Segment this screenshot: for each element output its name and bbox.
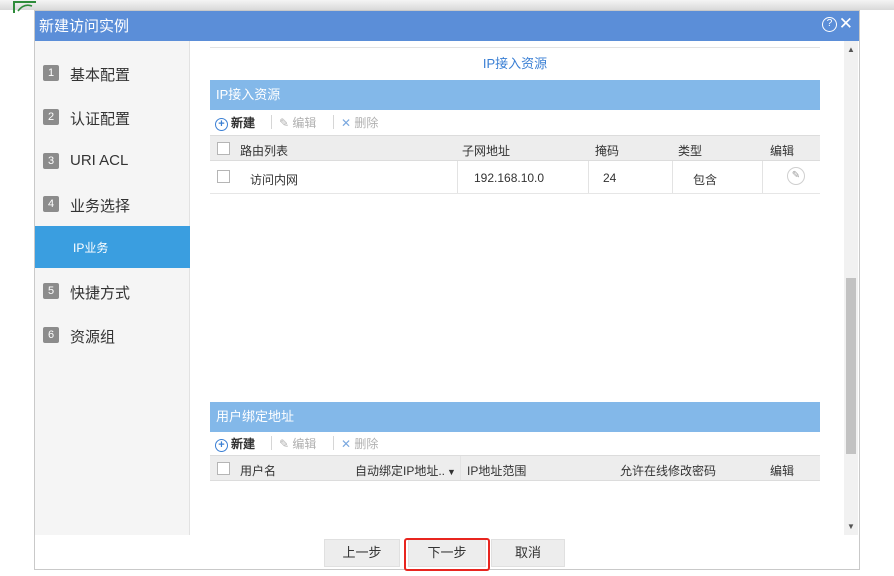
- subnet-cell: 192.168.10.0: [474, 171, 545, 185]
- column-divider: [460, 456, 461, 480]
- step-uri-acl[interactable]: 3 URI ACL: [35, 141, 190, 181]
- step-number: 2: [43, 109, 59, 125]
- step-label: 资源组: [70, 329, 116, 346]
- top-strip: [0, 0, 894, 10]
- column-header: 用户名: [240, 464, 277, 478]
- edit-button[interactable]: ✎ 编辑: [279, 114, 316, 131]
- pencil-icon: ✎: [279, 116, 290, 130]
- toolbar-divider: [333, 436, 334, 450]
- route-cell: 访问内网: [250, 173, 299, 187]
- add-circle-icon: +: [215, 439, 228, 452]
- delete-label: 删除: [354, 437, 379, 451]
- step-resource-group[interactable]: 6 资源组: [35, 315, 190, 355]
- column-header: 编辑: [770, 464, 795, 478]
- column-divider: [588, 161, 589, 193]
- column-header: 自动绑定IP地址..: [355, 464, 446, 478]
- step-shortcut[interactable]: 5 快捷方式: [35, 271, 190, 311]
- prev-step-button[interactable]: 上一步: [324, 539, 400, 567]
- help-circle-icon[interactable]: ?: [822, 17, 837, 32]
- ip-section-header: IP接入资源: [210, 80, 820, 110]
- ip-toolbar: + 新建 ✎ 编辑 ✕ 删除: [215, 112, 515, 132]
- select-all-checkbox[interactable]: [217, 462, 230, 475]
- step-number: 3: [43, 153, 59, 169]
- edit-pencil-icon[interactable]: ✎: [787, 167, 805, 185]
- step-number: 5: [43, 283, 59, 299]
- column-divider: [457, 161, 458, 193]
- step-number: 6: [43, 327, 59, 343]
- step-label: 认证配置: [70, 111, 131, 128]
- content-area: IP接入资源 IP接入资源 + 新建 ✎ 编辑 ✕ 删除 路由列表 子网地址 掩码…: [210, 41, 820, 535]
- table-row[interactable]: 访问内网 192.168.10.0 24 包含 ✎: [210, 161, 820, 194]
- dialog-titlebar: 新建访问实例 ? ✕: [35, 11, 859, 41]
- user-section-header: 用户绑定地址: [210, 402, 820, 432]
- new-button[interactable]: + 新建: [215, 114, 255, 131]
- step-business-select[interactable]: 4 业务选择: [35, 184, 190, 224]
- edit-label: 编辑: [292, 116, 317, 130]
- add-circle-icon: +: [215, 118, 228, 131]
- delete-x-icon: ✕: [341, 116, 352, 130]
- pencil-icon: ✎: [279, 437, 290, 451]
- page-title: IP接入资源: [482, 56, 548, 71]
- cancel-button[interactable]: 取消: [491, 539, 565, 567]
- new-label: 新建: [231, 437, 256, 451]
- type-cell: 包含: [693, 173, 718, 187]
- delete-x-icon: ✕: [341, 437, 352, 451]
- step-number: 1: [43, 65, 59, 81]
- user-table-header: 用户名 自动绑定IP地址.. ▼ IP地址范围 允许在线修改密码 编辑: [210, 455, 820, 481]
- step-label: URI ACL: [70, 152, 129, 169]
- new-label: 新建: [231, 116, 256, 130]
- vertical-scrollbar[interactable]: ▲ ▼: [844, 41, 858, 535]
- delete-label: 删除: [354, 116, 379, 130]
- step-label: 快捷方式: [70, 285, 131, 302]
- column-header: 类型: [678, 144, 703, 158]
- edit-label: 编辑: [292, 437, 317, 451]
- scroll-down-arrow-icon[interactable]: ▼: [844, 522, 858, 531]
- delete-button[interactable]: ✕ 删除: [341, 435, 378, 452]
- user-toolbar: + 新建 ✎ 编辑 ✕ 删除: [215, 433, 515, 453]
- scrollbar-thumb[interactable]: [846, 278, 856, 454]
- edit-button[interactable]: ✎ 编辑: [279, 435, 316, 452]
- toolbar-divider: [271, 115, 272, 129]
- mask-cell: 24: [603, 171, 617, 185]
- column-header: 允许在线修改密码: [620, 464, 717, 478]
- row-checkbox[interactable]: [217, 170, 230, 183]
- divider: [210, 47, 820, 48]
- step-label: 基本配置: [70, 67, 131, 84]
- wizard-footer: 上一步 下一步 取消: [35, 535, 859, 571]
- delete-button[interactable]: ✕ 删除: [341, 114, 378, 131]
- wizard-steps-sidebar: 1 基本配置 2 认证配置 3 URI ACL 4 业务选择 IP业务 5 快捷…: [35, 41, 190, 535]
- step-label: IP业务: [73, 241, 109, 255]
- column-divider: [672, 161, 673, 193]
- column-header: IP地址范围: [467, 464, 527, 478]
- step-basic-config[interactable]: 1 基本配置: [35, 53, 190, 93]
- scroll-up-arrow-icon[interactable]: ▲: [844, 45, 858, 54]
- dropdown-arrow-icon[interactable]: ▼: [447, 467, 456, 477]
- toolbar-divider: [333, 115, 334, 129]
- column-header: 掩码: [595, 144, 620, 158]
- auto-bind-ip-column[interactable]: 自动绑定IP地址.. ▼: [355, 462, 456, 479]
- column-header: 编辑: [770, 144, 795, 158]
- select-all-checkbox[interactable]: [217, 142, 230, 155]
- toolbar-divider: [271, 436, 272, 450]
- next-step-highlight: [404, 538, 490, 571]
- column-header: 路由列表: [240, 144, 289, 158]
- dialog-title: 新建访问实例: [39, 18, 130, 35]
- step-label: 业务选择: [70, 198, 131, 215]
- ip-table-header: 路由列表 子网地址 掩码 类型 编辑: [210, 135, 820, 161]
- column-divider: [762, 161, 763, 193]
- close-icon[interactable]: ✕: [839, 14, 853, 34]
- step-number: 4: [43, 196, 59, 212]
- step-ip-business-active[interactable]: IP业务: [35, 226, 190, 268]
- column-header: 子网地址: [462, 144, 511, 158]
- new-access-instance-dialog: 新建访问实例 ? ✕ 1 基本配置 2 认证配置 3 URI ACL 4 业务选…: [34, 10, 860, 571]
- new-button[interactable]: + 新建: [215, 435, 255, 452]
- step-auth-config[interactable]: 2 认证配置: [35, 97, 190, 137]
